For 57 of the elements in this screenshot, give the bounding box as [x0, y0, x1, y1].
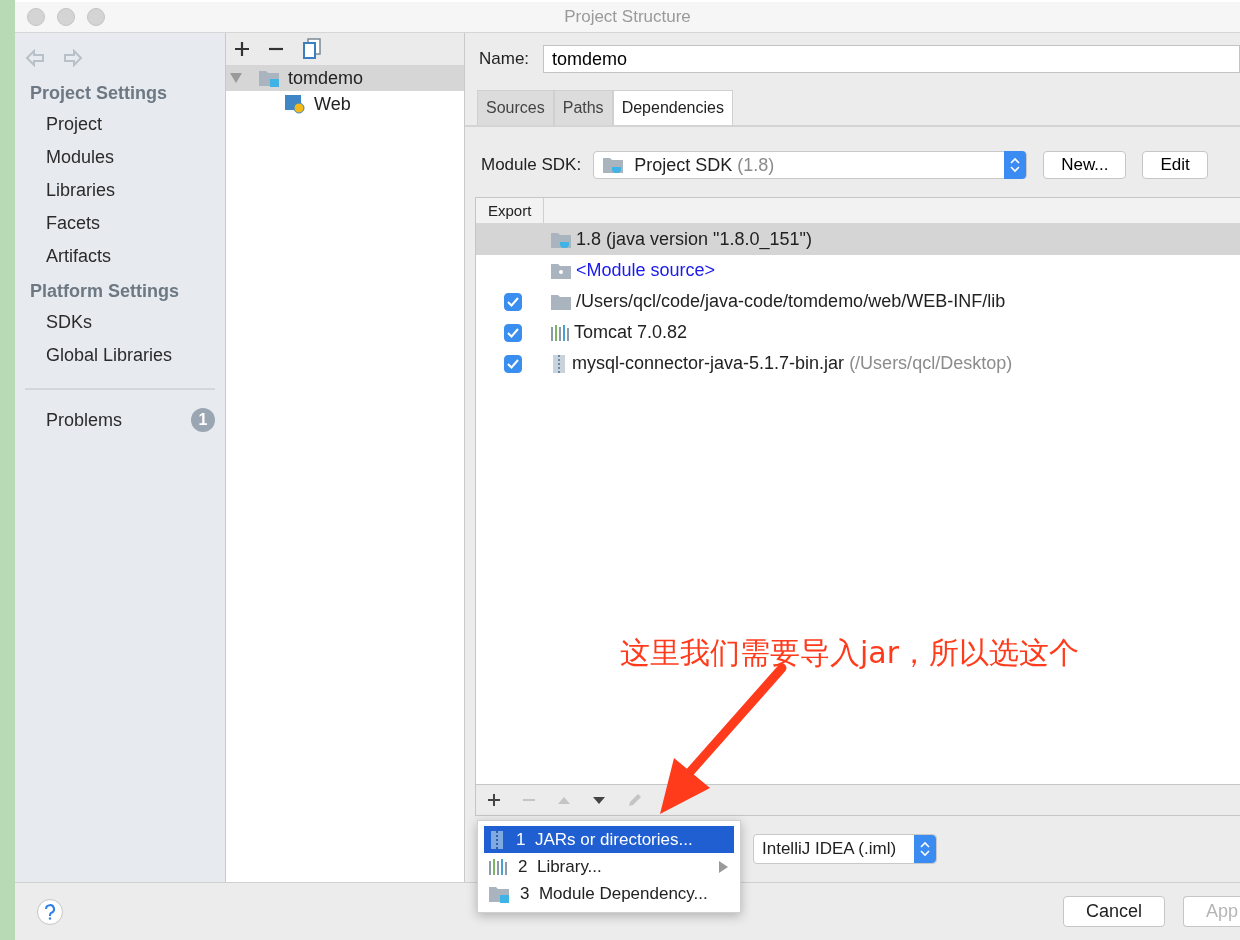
section-heading: Project Settings — [29, 82, 169, 105]
dependency-row[interactable]: mysql-connector-java-5.1.7-bin.jar (/Users/qcl/Desktop) — [476, 348, 1240, 379]
web-module-icon — [284, 94, 306, 114]
library-icon — [550, 323, 570, 342]
tab[interactable]: Dependencies — [612, 90, 733, 125]
tree-item[interactable]: Web — [226, 91, 464, 117]
dependency-row[interactable]: Tomcat 7.0.82 — [476, 317, 1240, 348]
dropdown-arrows-icon — [1004, 151, 1027, 179]
export-checkbox[interactable] — [504, 323, 522, 342]
plus-icon[interactable] — [234, 41, 250, 57]
sidebar-item[interactable]: Artifacts — [15, 240, 225, 273]
question-mark-icon — [44, 903, 56, 920]
window-title: Project Structure — [564, 7, 691, 27]
menu-item[interactable]: 2 Library... — [484, 853, 734, 880]
dependency-row[interactable]: /Users/qcl/code/java-code/tomdemo/web/WEB-INF/lib — [476, 286, 1240, 317]
annotation-text: 这里我们需要导入jar，所以选这个 — [620, 634, 1080, 672]
tab[interactable]: Paths — [553, 90, 613, 125]
sidebar-item[interactable]: Problems — [46, 409, 123, 431]
menu-item[interactable]: 1 JARs or directories... — [484, 826, 734, 853]
module-sdk-label: Module SDK: — [481, 155, 582, 175]
library-icon — [488, 857, 508, 876]
folder-icon — [550, 292, 572, 311]
sidebar-item[interactable]: Modules — [15, 141, 225, 174]
export-checkbox[interactable] — [504, 292, 522, 311]
sdk-dropdown[interactable]: Project SDK (1.8) — [593, 151, 1028, 179]
count-badge: 1 — [191, 408, 215, 432]
folder-icon — [550, 230, 572, 249]
sdk-button[interactable]: Edit — [1142, 151, 1208, 179]
archive-icon — [550, 353, 568, 374]
dropdown-arrows-icon — [914, 835, 937, 863]
section-heading: Platform Settings — [29, 280, 181, 303]
folder-icon — [488, 884, 510, 903]
tree-item[interactable]: tomdemo — [226, 65, 464, 91]
tab[interactable]: Sources — [477, 90, 554, 125]
name-label: Name: — [479, 49, 530, 69]
folder-icon — [550, 261, 572, 280]
folder-icon — [602, 156, 625, 174]
export-checkbox[interactable] — [504, 354, 522, 373]
column-header: Export — [476, 198, 545, 223]
expand-triangle-icon[interactable] — [230, 73, 242, 83]
copy-icon[interactable] — [302, 38, 322, 60]
name-field[interactable]: tomdemo — [543, 45, 1240, 73]
sdk-button[interactable]: New... — [1043, 151, 1127, 179]
help-button[interactable] — [37, 898, 63, 925]
storage-format-dropdown[interactable]: IntelliJ IDEA (.iml) — [753, 834, 938, 864]
folder-icon — [258, 69, 280, 87]
sidebar-item[interactable]: Facets — [15, 207, 225, 240]
sidebar-item[interactable]: Project — [15, 108, 225, 141]
sidebar-item[interactable]: SDKs — [15, 306, 225, 339]
dependency-row[interactable]: <Module source> — [476, 255, 1240, 286]
menu-item[interactable]: 3 Module Dependency... — [484, 880, 734, 907]
dialog-button[interactable]: Cancel — [1062, 896, 1165, 927]
sidebar-item[interactable]: Libraries — [15, 174, 225, 207]
sidebar-item[interactable]: Global Libraries — [15, 339, 225, 372]
plus-icon[interactable] — [486, 792, 502, 808]
dependency-row[interactable]: 1.8 (java version "1.8.0_151") — [476, 224, 1240, 255]
archive-icon — [488, 829, 506, 850]
